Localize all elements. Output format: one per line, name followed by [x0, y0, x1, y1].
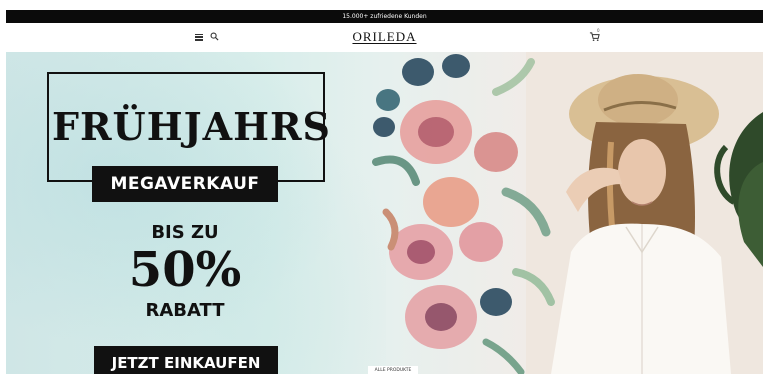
hero-banner[interactable]: FRÜHJAHRS MEGAVERKAUF BIS ZU 50% RABATT … — [6, 52, 763, 374]
discount-suffix: RABATT — [145, 300, 225, 321]
floral-illustration — [372, 54, 555, 374]
all-products-link[interactable]: ALLE PRODUKTE — [368, 366, 418, 374]
site-logo[interactable]: ORILEDA — [6, 29, 763, 45]
discount-prefix: BIS ZU — [151, 222, 219, 243]
hero-title: FRÜHJAHRS — [52, 104, 331, 149]
discount-value: 50% — [128, 242, 242, 298]
shop-now-button[interactable]: JETZT EINKAUFEN — [94, 346, 278, 374]
announcement-bar: 15.000+ zufriedene Kunden — [6, 10, 763, 23]
announcement-text: 15.000+ zufriedene Kunden — [342, 13, 427, 20]
sale-badge: MEGAVERKAUF — [92, 166, 278, 202]
site-header: ORILEDA 0 — [6, 23, 763, 52]
cart-count-badge: 0 — [597, 28, 600, 33]
